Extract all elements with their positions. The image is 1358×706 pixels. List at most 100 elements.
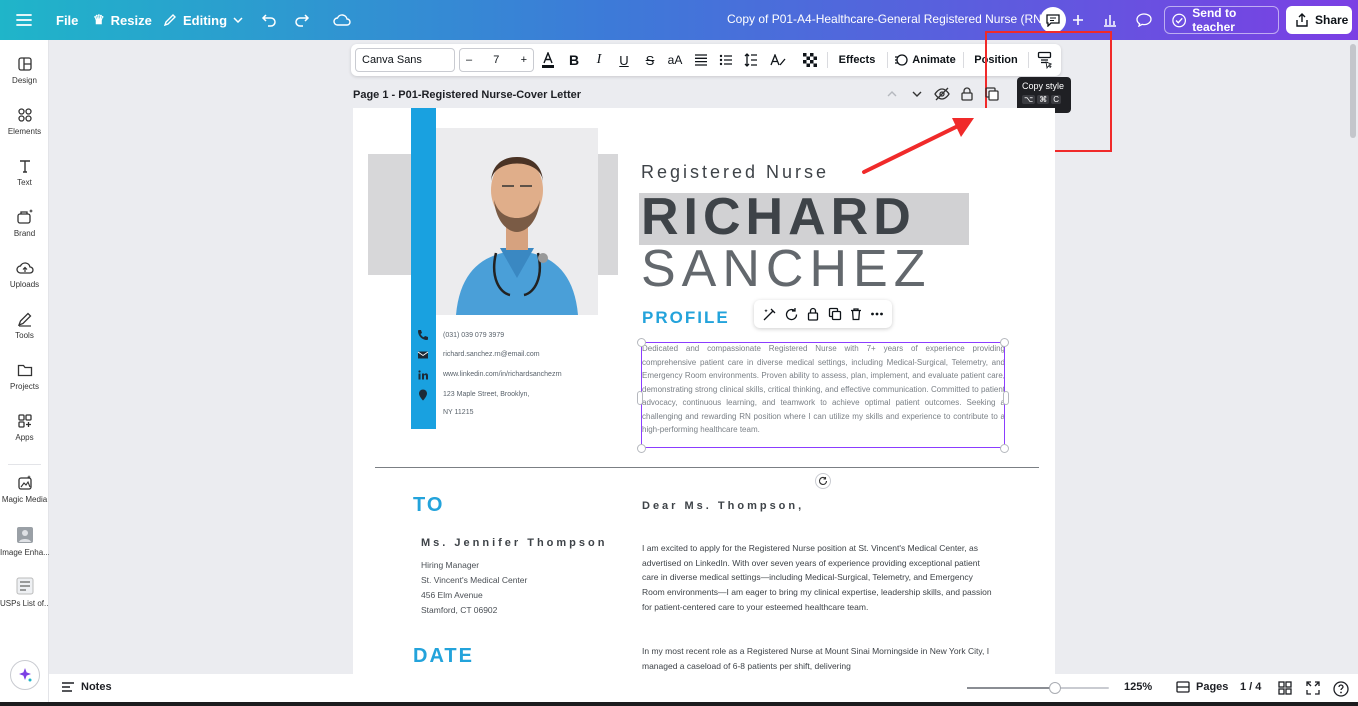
sidebar-item-design[interactable]: Design: [0, 56, 49, 85]
page-counter[interactable]: 1 / 4: [1240, 681, 1261, 693]
sidebar-item-brand[interactable]: Brand: [0, 209, 49, 238]
zoom-level[interactable]: 125%: [1124, 681, 1152, 693]
bulleted-list-icon[interactable]: [716, 48, 736, 72]
effects-button[interactable]: Effects: [833, 48, 881, 72]
insights-chart-icon[interactable]: [1096, 6, 1124, 34]
editing-mode-dropdown[interactable]: Editing: [157, 6, 249, 34]
text-effects-icon[interactable]: [767, 48, 789, 72]
resize-handle[interactable]: [1003, 391, 1009, 405]
page-title[interactable]: Page 1 - P01-Registered Nurse-Cover Lett…: [353, 89, 581, 101]
spacing-icon[interactable]: [741, 48, 761, 72]
italic-icon[interactable]: I: [589, 48, 609, 72]
page-actions: [884, 86, 1000, 102]
sidebar-label: Image Enha...: [0, 548, 49, 557]
chevron-down-icon[interactable]: [909, 86, 925, 102]
hide-page-icon[interactable]: [934, 86, 950, 102]
sidebar-item-projects[interactable]: Projects: [0, 362, 49, 391]
strikethrough-icon[interactable]: S: [640, 48, 660, 72]
letter-paragraph-1[interactable]: I am excited to apply for the Registered…: [642, 541, 992, 615]
recipient-city[interactable]: Stamford, CT 06902: [421, 605, 497, 615]
regenerate-icon[interactable]: [784, 307, 799, 322]
zoom-slider-knob[interactable]: [1049, 682, 1062, 694]
position-button[interactable]: Position: [969, 48, 1023, 72]
lock-icon[interactable]: [806, 307, 820, 321]
resize-handle[interactable]: [637, 338, 646, 347]
sidebar-item-image-enhancer[interactable]: Image Enha...: [0, 526, 49, 557]
profile-photo[interactable]: [436, 128, 598, 315]
magic-assistant-button[interactable]: [10, 660, 40, 690]
design-page[interactable]: (031) 039 079 3979 richard.sanchez.rn@em…: [353, 108, 1055, 674]
underline-icon[interactable]: U: [614, 48, 634, 72]
sidebar-item-usps-app[interactable]: USPs List of...: [0, 577, 49, 608]
phone-number[interactable]: (031) 039 079 3979: [443, 332, 504, 339]
sidebar-item-elements[interactable]: Elements: [0, 107, 49, 136]
trash-icon[interactable]: [849, 307, 863, 321]
resize-handle[interactable]: [1000, 444, 1009, 453]
recipient-street[interactable]: 456 Elm Avenue: [421, 590, 483, 600]
sidebar-item-apps[interactable]: Apps: [0, 413, 49, 442]
profile-heading[interactable]: PROFILE: [642, 308, 730, 328]
increase-size-button[interactable]: +: [521, 54, 527, 66]
magic-edit-icon[interactable]: [762, 307, 777, 322]
first-name[interactable]: RICHARD: [641, 187, 916, 247]
sidebar-item-magic-media[interactable]: Magic Media: [0, 475, 49, 504]
linkedin-url[interactable]: www.linkedin.com/in/richardsanchezrn: [443, 371, 562, 378]
redo-icon[interactable]: [288, 6, 316, 34]
help-icon[interactable]: [1333, 681, 1349, 697]
resize-handle[interactable]: [1000, 338, 1009, 347]
sidebar-item-uploads[interactable]: Uploads: [0, 260, 49, 289]
resize-button[interactable]: ♛ Resize: [87, 6, 158, 34]
transparency-icon[interactable]: [800, 48, 820, 72]
more-options-icon[interactable]: [870, 307, 884, 321]
sidebar-item-tools[interactable]: Tools: [0, 311, 49, 340]
date-heading[interactable]: DATE: [413, 645, 474, 668]
grid-view-icon[interactable]: [1278, 681, 1292, 695]
font-family-select[interactable]: Canva Sans: [355, 48, 455, 72]
lock-icon[interactable]: [959, 86, 975, 102]
bold-icon[interactable]: B: [564, 48, 584, 72]
email-address[interactable]: richard.sanchez.rn@email.com: [443, 351, 540, 358]
font-size-value[interactable]: 7: [493, 54, 499, 66]
pages-button[interactable]: Pages: [1176, 681, 1228, 693]
zoom-slider[interactable]: [967, 682, 1109, 694]
document-title[interactable]: Copy of P01-A4-Healthcare-General Regist…: [727, 12, 1059, 26]
rotate-handle-icon[interactable]: [815, 473, 831, 489]
to-heading[interactable]: TO: [413, 494, 444, 517]
duplicate-icon[interactable]: [828, 307, 842, 321]
location-pin-icon: [419, 389, 427, 401]
chat-icon[interactable]: [1130, 6, 1158, 34]
text-color-icon[interactable]: [538, 48, 558, 72]
fullscreen-icon[interactable]: [1306, 681, 1320, 695]
comment-icon[interactable]: [1040, 7, 1066, 33]
file-menu[interactable]: File: [50, 6, 84, 34]
menu-icon[interactable]: [10, 6, 38, 34]
recipient-organization[interactable]: St. Vincent's Medical Center: [421, 575, 527, 585]
animate-button[interactable]: Animate: [893, 48, 957, 72]
send-to-teacher-button[interactable]: Send to teacher: [1164, 6, 1279, 34]
cloud-saved-icon[interactable]: [328, 6, 356, 34]
role-title[interactable]: Registered Nurse: [641, 162, 829, 183]
decrease-size-button[interactable]: –: [466, 54, 472, 66]
resize-handle[interactable]: [637, 444, 646, 453]
font-size-stepper[interactable]: – 7 +: [459, 48, 534, 72]
pencil-icon: [163, 14, 176, 27]
undo-icon[interactable]: [255, 6, 283, 34]
sidebar-item-text[interactable]: Text: [0, 158, 49, 187]
chevron-up-icon[interactable]: [884, 86, 900, 102]
letter-case-icon[interactable]: aA: [665, 48, 685, 72]
letter-paragraph-2[interactable]: In my most recent role as a Registered N…: [642, 644, 992, 673]
resize-handle[interactable]: [637, 391, 643, 405]
recipient-name[interactable]: Ms. Jennifer Thompson: [421, 537, 607, 549]
last-name[interactable]: SANCHEZ: [641, 239, 931, 299]
salutation[interactable]: Dear Ms. Thompson,: [642, 500, 804, 512]
recipient-title[interactable]: Hiring Manager: [421, 560, 479, 570]
share-button[interactable]: Share: [1286, 6, 1352, 34]
duplicate-page-icon[interactable]: [984, 86, 1000, 102]
vertical-scrollbar[interactable]: [1350, 44, 1356, 138]
notes-button[interactable]: Notes: [61, 681, 112, 693]
copy-style-icon[interactable]: [1034, 48, 1054, 72]
street-address[interactable]: 123 Maple Street, Brooklyn,: [443, 391, 529, 398]
add-collaborator-icon[interactable]: [1064, 6, 1092, 34]
city-address[interactable]: NY 11215: [443, 409, 474, 416]
align-justify-icon[interactable]: [691, 48, 711, 72]
